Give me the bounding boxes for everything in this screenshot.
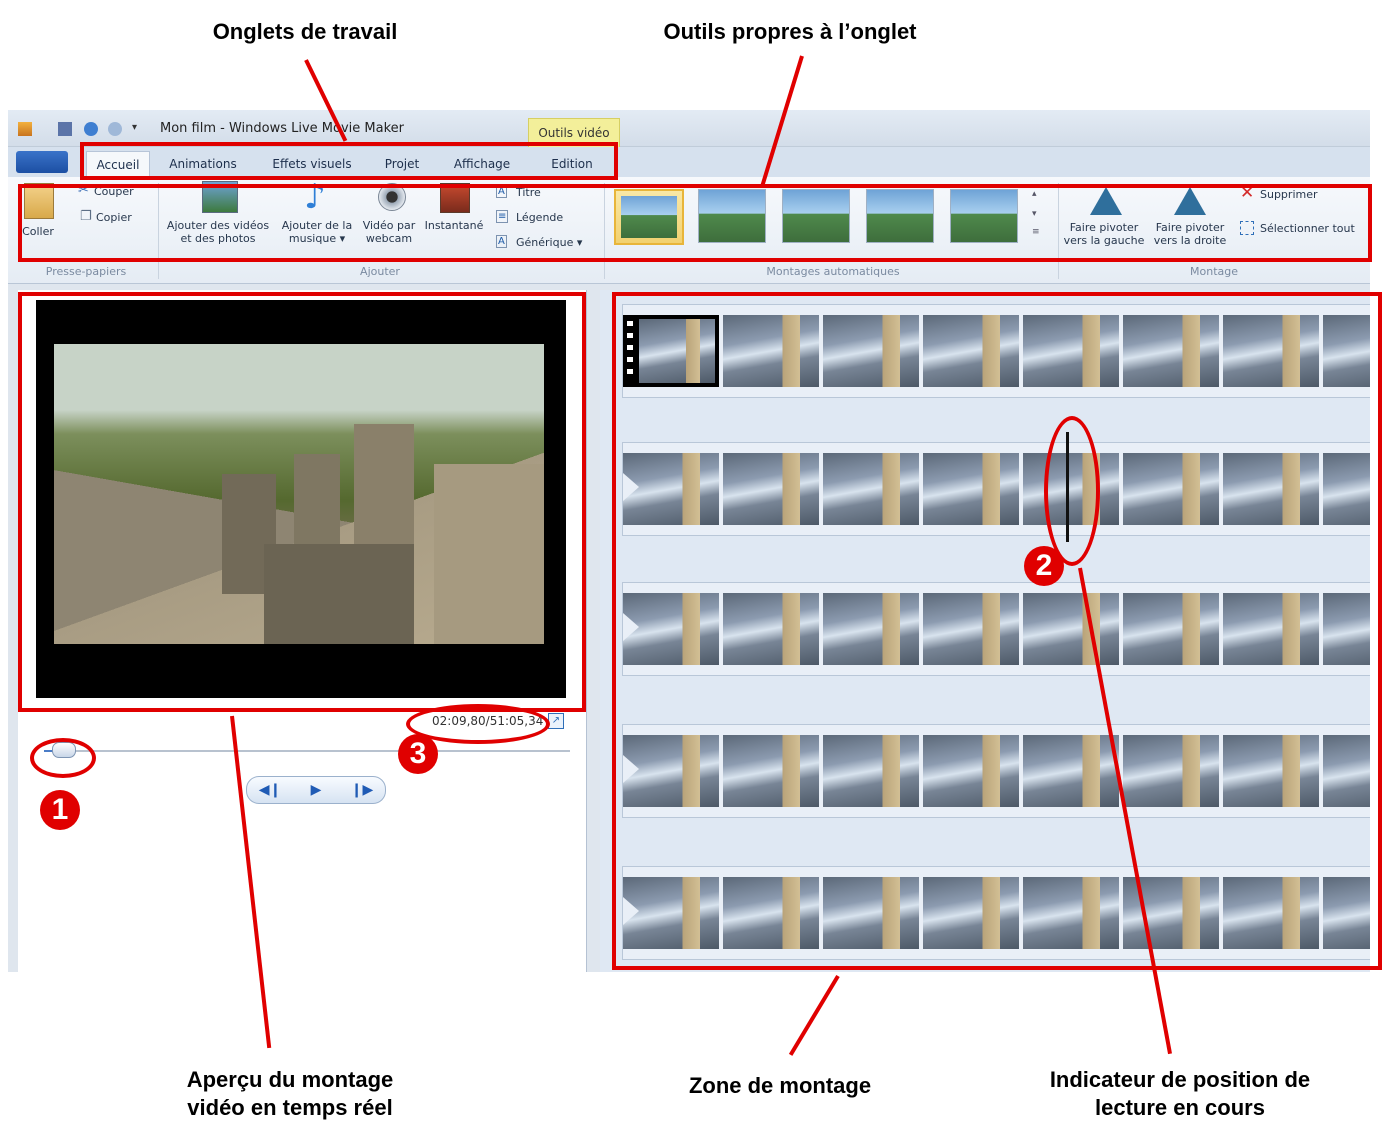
play-icon[interactable]: ▶ (293, 777, 339, 803)
transport-controls: ◀❙ ▶ ❙▶ (246, 776, 386, 804)
save-icon[interactable] (58, 122, 72, 136)
annotation-preview-line1: Aperçu du montage (186, 1067, 394, 1092)
fullscreen-icon[interactable]: ↗ (548, 713, 564, 729)
previous-frame-icon[interactable]: ◀❙ (247, 777, 293, 803)
annotation-preview-label: Aperçu du montage vidéo en temps réel (130, 1066, 450, 1122)
pointer-line-storyboard (788, 974, 840, 1056)
badge-3: 3 (398, 734, 438, 774)
seek-slider[interactable] (44, 750, 570, 752)
badge-1: 1 (40, 790, 80, 830)
group-label-clipboard: Presse-papiers (45, 265, 127, 278)
next-frame-icon[interactable]: ❙▶ (339, 777, 385, 803)
annotation-position-line2: lecture en cours (1095, 1095, 1265, 1120)
group-label-automovie: Montages automatiques (766, 265, 900, 278)
annotation-position-line1: Indicateur de position de (1049, 1067, 1311, 1092)
annotation-box-preview (18, 292, 586, 712)
redo-icon[interactable] (108, 122, 122, 136)
chevron-down-icon[interactable]: ▾ (132, 122, 146, 136)
annotation-box-tabs (80, 142, 618, 180)
app-icon (18, 122, 32, 136)
group-label-add: Ajouter (360, 265, 400, 278)
annotation-oval-slider (30, 738, 96, 778)
annotation-position-label: Indicateur de position de lecture en cou… (1000, 1066, 1360, 1122)
window-title: Mon film - Windows Live Movie Maker (160, 121, 404, 136)
badge-2: 2 (1024, 546, 1064, 586)
group-label-edit: Montage (1190, 265, 1238, 278)
file-menu-button[interactable] (16, 151, 68, 173)
annotation-tools-label: Outils propres à l’onglet (663, 19, 917, 44)
annotation-tabs-label: Onglets de travail (212, 19, 398, 44)
annotation-box-tools (18, 184, 1372, 262)
annotation-oval-playhead (1044, 416, 1100, 566)
annotation-editing-zone-label: Zone de montage (688, 1073, 872, 1098)
undo-icon[interactable] (84, 122, 98, 136)
annotation-box-storyboard (612, 292, 1382, 970)
annotation-preview-line2: vidéo en temps réel (187, 1095, 393, 1120)
